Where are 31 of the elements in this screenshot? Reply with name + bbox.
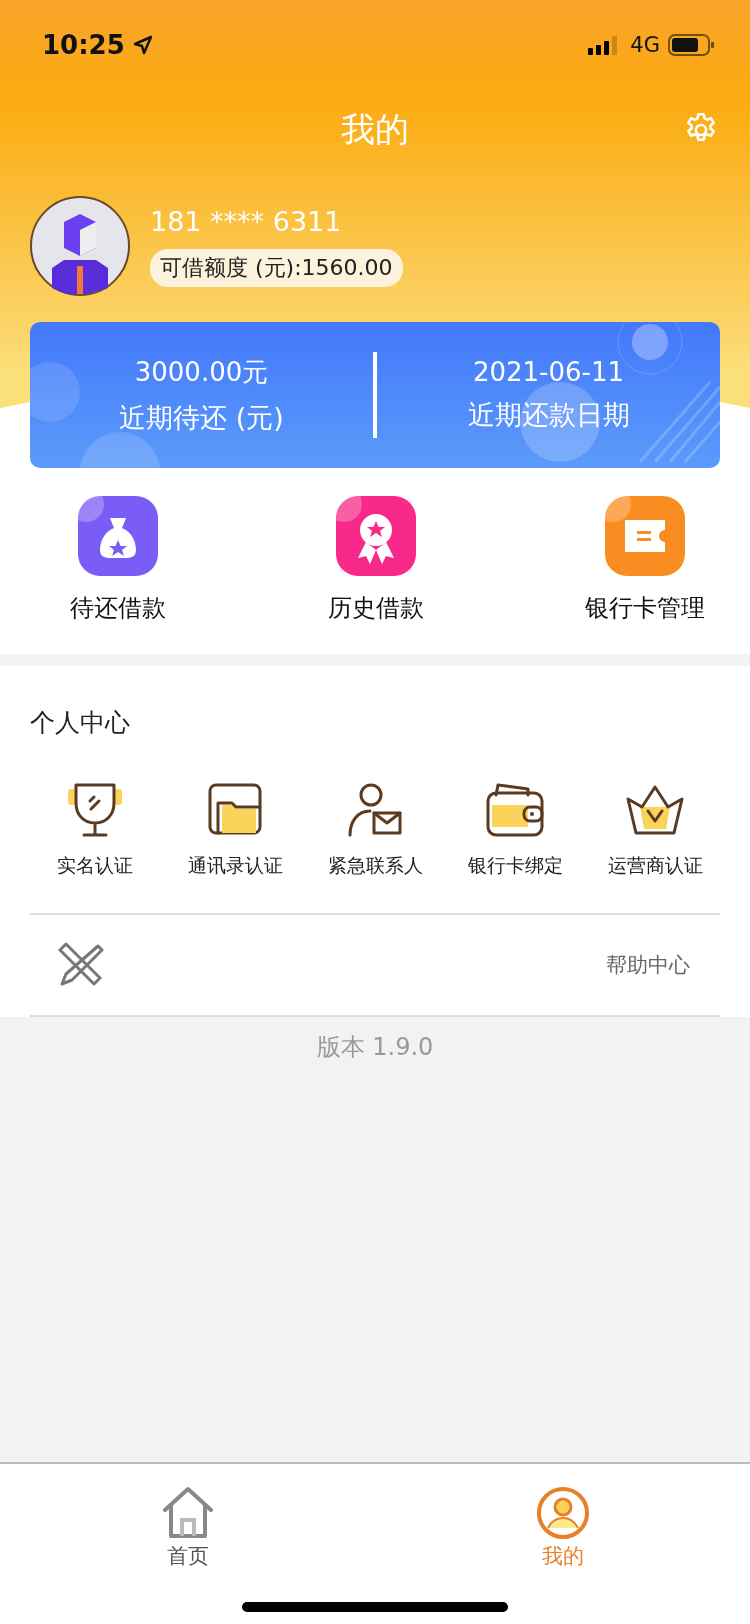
status-time: 10:25: [42, 30, 125, 60]
avatar[interactable]: [30, 196, 130, 296]
summary-label: 近期还款日期: [467, 398, 630, 432]
summary-value: 2021-06-11: [472, 357, 625, 387]
profile-icon[interactable]: [535, 1486, 590, 1540]
tab-label[interactable]: 首页: [166, 1542, 209, 1570]
money-bag-icon[interactable]: [78, 496, 158, 576]
menu-label[interactable]: 实名认证: [57, 853, 133, 879]
action-label[interactable]: 历史借款: [327, 592, 424, 624]
wallet-icon[interactable]: [484, 781, 546, 839]
section-title: 个人中心: [30, 707, 131, 739]
phone-number: 181 **** 6311: [150, 205, 342, 237]
network-label: 4G: [630, 33, 660, 57]
help-center-link[interactable]: 帮助中心: [606, 951, 690, 979]
location-arrow-icon: [132, 35, 153, 55]
page-title: 我的: [341, 108, 409, 151]
menu-label[interactable]: 通讯录认证: [187, 853, 283, 879]
action-label[interactable]: 银行卡管理: [585, 592, 705, 624]
home-icon[interactable]: [160, 1486, 215, 1540]
summary-value: 3000.00元: [134, 355, 269, 389]
action-label[interactable]: 待还借款: [70, 592, 166, 624]
pencil-ruler-icon[interactable]: [58, 942, 104, 988]
award-ribbon-icon[interactable]: [335, 496, 416, 576]
summary-label: 近期待还 (元): [119, 400, 284, 435]
menu-label[interactable]: 运营商认证: [607, 853, 703, 879]
credit-limit: 可借额度 (元):1560.00: [150, 248, 403, 287]
battery-icon: [668, 34, 714, 56]
version-text: 版本 1.9.0: [315, 1032, 435, 1063]
menu-label[interactable]: 银行卡绑定: [467, 853, 563, 879]
menu-label[interactable]: 紧急联系人: [327, 853, 423, 879]
card-icon[interactable]: [605, 496, 685, 576]
